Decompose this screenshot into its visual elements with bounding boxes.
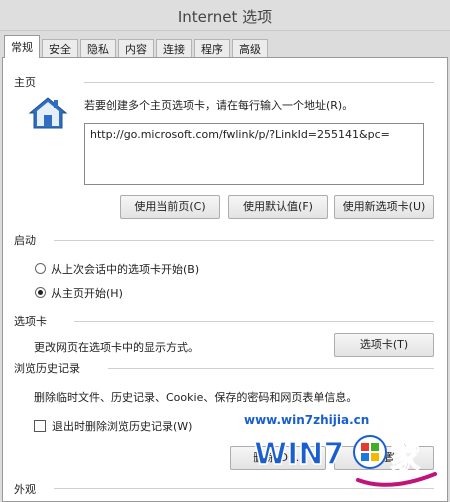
tab-general[interactable]: 常规 [4,35,40,58]
home-icon [28,97,68,129]
startup-homepage-radio[interactable] [35,287,46,298]
watermark-logo-suffix: 家 [390,441,420,476]
use-current-button[interactable]: 使用当前页(C) [120,195,220,219]
watermark-logo-text: WIN7 [254,437,344,472]
appearance-section-title: 外观 [14,481,42,497]
delete-on-exit-checkbox[interactable] [34,420,46,432]
tabs-settings-button[interactable]: 选项卡(T) [334,333,434,357]
homepage-section-title: 主页 [14,74,42,90]
homepage-divider [84,82,434,83]
use-new-tab-button[interactable]: 使用新选项卡(U) [334,195,434,219]
win7-watermark-logo: WIN7 家 [253,435,437,487]
startup-last-session-radio[interactable] [35,263,46,274]
startup-section-title: 启动 [14,232,42,248]
title-bar: Internet 选项 [0,0,450,31]
tab-connections[interactable]: 连接 [156,39,192,58]
tab-content[interactable]: 内容 [118,39,154,58]
window-title: Internet 选项 [177,8,273,26]
tab-privacy[interactable]: 隐私 [80,39,116,58]
use-default-button[interactable]: 使用默认值(F) [228,195,328,219]
tab-security[interactable]: 安全 [42,39,78,58]
tabs-description: 更改网页在选项卡中的显示方式。 [34,341,199,354]
startup-last-session-label: 从上次会话中的选项卡开始(B) [51,263,200,276]
startup-divider [54,240,434,241]
tab-strip: 常规 安全 隐私 内容 连接 程序 高级 [4,34,270,58]
history-section-title: 浏览历史记录 [14,360,86,376]
history-divider [108,368,434,369]
tab-programs[interactable]: 程序 [194,39,230,58]
tabs-divider [74,321,434,322]
homepage-hint: 若要创建多个主页选项卡，请在每行输入一个地址(R)。 [84,99,354,112]
tabs-section-title: 选项卡 [14,313,53,329]
history-description: 删除临时文件、历史记录、Cookie、保存的密码和网页表单信息。 [34,391,358,404]
delete-on-exit-label: 退出时删除浏览历史记录(W) [52,420,193,433]
tab-advanced[interactable]: 高级 [232,39,268,58]
startup-homepage-label: 从主页开始(H) [51,287,123,300]
homepage-url-field[interactable]: http://go.microsoft.com/fwlink/p/?LinkId… [84,123,424,185]
